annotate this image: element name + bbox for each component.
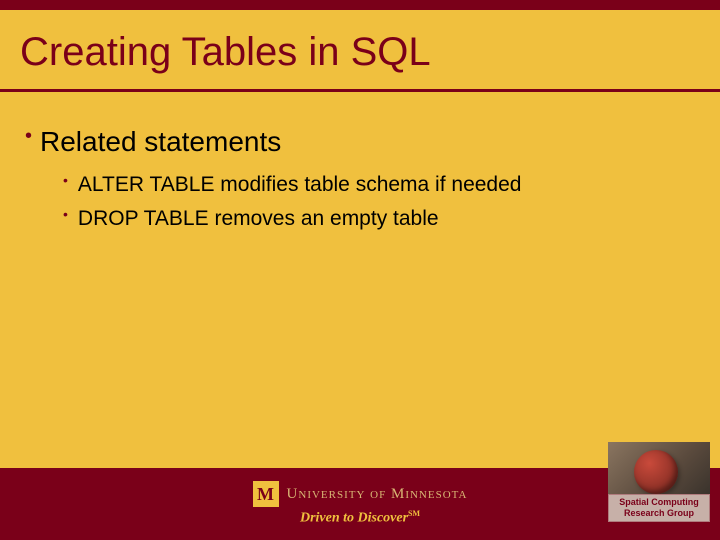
badge-label: Spatial Computing Research Group: [608, 494, 710, 522]
bullet-sub: • ALTER TABLE modifies table schema if n…: [63, 169, 700, 201]
content-area: • Related statements • ALTER TABLE modif…: [0, 92, 720, 234]
badge-sphere-icon: [634, 450, 678, 494]
bullet-dot: •: [25, 122, 32, 150]
m-logo-icon: M: [253, 481, 279, 507]
tagline: Driven to DiscoverSM: [300, 509, 420, 527]
top-accent-band: [0, 0, 720, 10]
tagline-mark: SM: [408, 509, 420, 518]
bullet-main-text: Related statements: [40, 122, 281, 161]
bullet-dot: •: [63, 203, 68, 225]
research-group-badge: Spatial Computing Research Group: [608, 442, 710, 522]
tagline-text: Driven to Discover: [300, 511, 408, 526]
bullet-sub-text: ALTER TABLE modifies table schema if nee…: [78, 169, 522, 201]
bullet-main: • Related statements: [25, 122, 700, 161]
title-section: Creating Tables in SQL: [0, 10, 720, 89]
footer-content: M University of Minnesota Driven to Disc…: [253, 481, 468, 527]
slide-title: Creating Tables in SQL: [20, 30, 700, 75]
university-line: M University of Minnesota: [253, 481, 468, 507]
university-name: University of Minnesota: [287, 486, 468, 503]
badge-line2: Research Group: [609, 508, 709, 519]
bullet-dot: •: [63, 169, 68, 191]
badge-image: [608, 442, 710, 494]
bullet-sub: • DROP TABLE removes an empty table: [63, 203, 700, 235]
bullet-sub-text: DROP TABLE removes an empty table: [78, 203, 439, 235]
badge-line1: Spatial Computing: [609, 497, 709, 508]
